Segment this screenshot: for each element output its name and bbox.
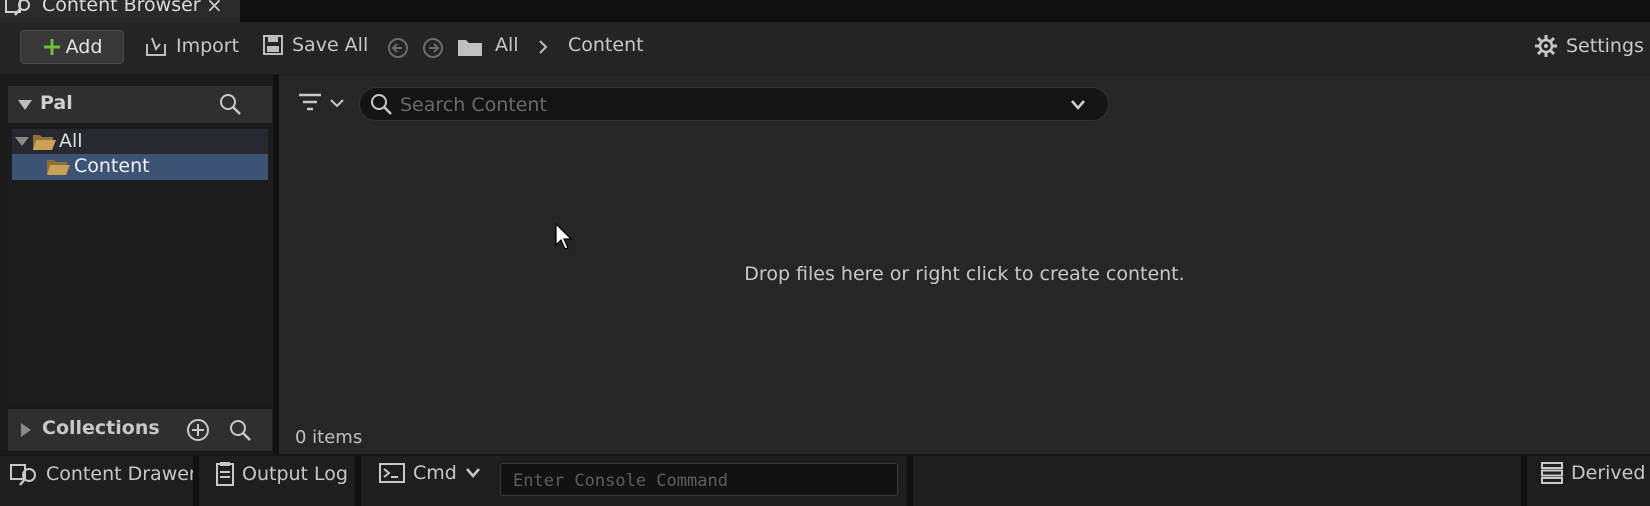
tab-title: Content Browser [42, 0, 201, 16]
expand-triangle-icon[interactable] [14, 136, 30, 147]
toolbar: Add Import Save All All Content Settings [0, 22, 1650, 75]
cmd-label: Cmd [413, 462, 457, 484]
collections-header[interactable]: Collections [8, 409, 272, 451]
derived-data-label: Derived D [1571, 462, 1650, 484]
folder-open-icon [32, 132, 56, 152]
folder-icon[interactable] [457, 36, 483, 58]
asset-view[interactable]: Drop files here or right click to create… [279, 75, 1650, 454]
folder-open-icon [46, 157, 70, 177]
item-count: 0 items [295, 427, 363, 448]
content-browser-icon [4, 0, 34, 16]
search-icon[interactable] [228, 418, 252, 442]
divider [355, 456, 361, 506]
sources-panel: Pal All Content Collections [0, 75, 273, 454]
status-bar: Content Drawer Output Log Cmd Derived [0, 456, 1650, 506]
content-drawer-icon [10, 464, 36, 486]
search-content-input[interactable] [398, 88, 1062, 122]
settings-label: Settings [1566, 35, 1644, 57]
gear-icon [1535, 35, 1557, 57]
expand-triangle-icon[interactable] [20, 422, 32, 438]
sources-title: Pal [40, 92, 73, 114]
tree-item-label: Content [74, 155, 150, 177]
collapse-triangle-icon[interactable] [17, 99, 33, 111]
add-button[interactable]: Add [20, 30, 124, 64]
save-all-button[interactable]: Save All [262, 34, 368, 56]
content-drawer-label: Content Drawer [46, 463, 197, 485]
tree-item-content[interactable]: Content [12, 154, 268, 180]
content-drawer-button[interactable]: Content Drawer [10, 462, 197, 486]
divider [1521, 456, 1527, 506]
import-icon [146, 37, 166, 56]
import-button[interactable]: Import [144, 34, 239, 58]
breadcrumb-content[interactable]: Content [568, 34, 644, 56]
breadcrumb-chevron-icon [536, 38, 550, 56]
add-label: Add [65, 36, 103, 58]
filter-icon[interactable] [297, 91, 345, 115]
divider [907, 456, 913, 506]
search-icon [370, 93, 392, 115]
settings-button[interactable]: Settings [1534, 34, 1644, 58]
output-log-label: Output Log [242, 463, 348, 485]
forward-arrow-icon[interactable] [422, 37, 444, 59]
search-icon[interactable] [218, 92, 242, 116]
cmd-dropdown[interactable]: Cmd [379, 462, 481, 484]
tab-close-icon[interactable]: × [206, 0, 223, 17]
terminal-icon [379, 463, 405, 483]
tab-strip: Content Browser × [0, 0, 1650, 22]
divider [193, 456, 199, 506]
plus-icon [43, 39, 60, 55]
back-arrow-icon[interactable] [387, 37, 409, 59]
chevron-down-icon[interactable] [1070, 99, 1086, 111]
collections-title: Collections [42, 417, 160, 439]
folder-tree: All Content [8, 126, 272, 404]
add-collection-icon[interactable] [186, 418, 210, 442]
save-all-icon [263, 35, 283, 55]
console-command-input[interactable] [501, 464, 895, 497]
console-command-box[interactable] [500, 463, 898, 497]
mouse-cursor-icon [555, 223, 575, 251]
empty-drop-message: Drop files here or right click to create… [744, 263, 1185, 285]
output-log-icon [216, 462, 234, 486]
import-label: Import [176, 35, 240, 57]
search-content-box[interactable] [359, 87, 1109, 122]
server-stack-icon [1541, 462, 1563, 484]
derived-data-button[interactable]: Derived D [1541, 462, 1650, 484]
sources-header[interactable]: Pal [8, 86, 272, 123]
tree-item-all[interactable]: All [12, 129, 268, 155]
tree-item-label: All [59, 130, 83, 152]
chevron-down-icon [465, 468, 480, 478]
tab-content-browser[interactable]: Content Browser × [0, 0, 240, 22]
save-all-label: Save All [292, 34, 369, 56]
breadcrumb-all[interactable]: All [495, 34, 519, 56]
output-log-button[interactable]: Output Log [216, 462, 348, 486]
